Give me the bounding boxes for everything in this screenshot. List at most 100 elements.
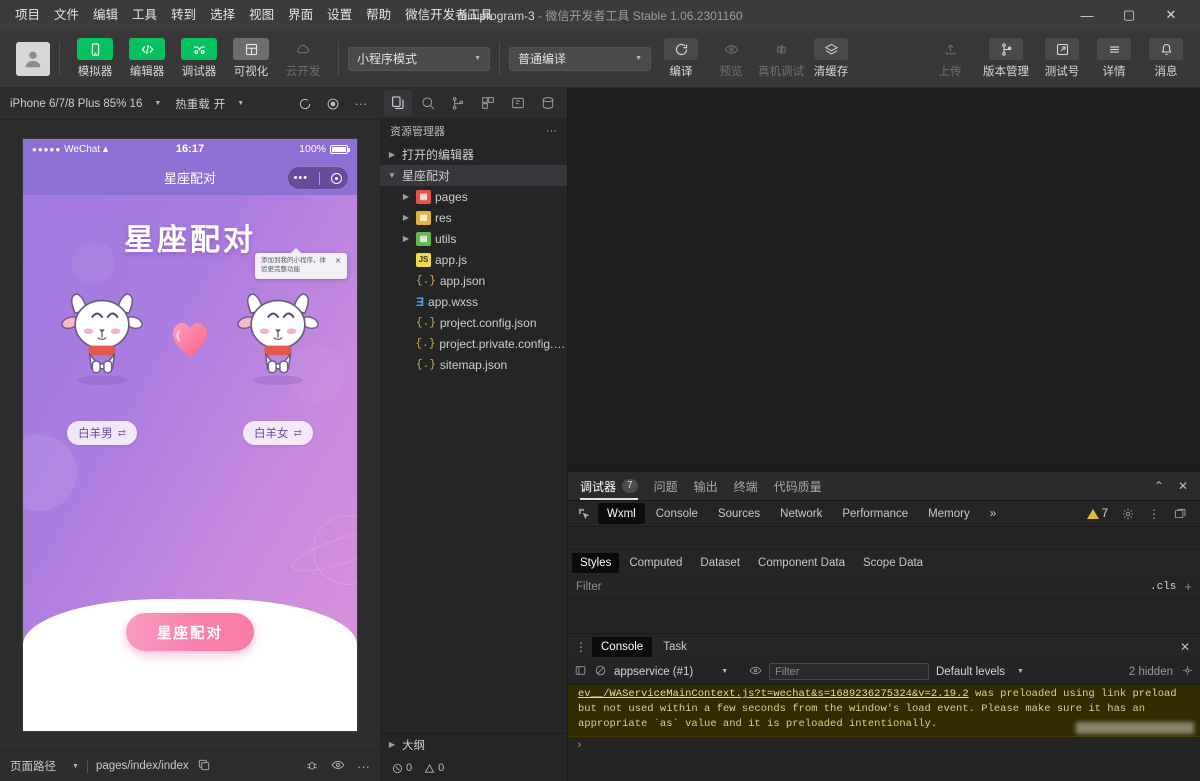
tree-item-app-json[interactable]: ▶ {.} app.json	[380, 270, 567, 291]
hot-reload-selector[interactable]: 热重载 开 ▼	[175, 96, 244, 112]
styles-filter-input[interactable]: Filter	[576, 581, 602, 593]
toolbar-visual-button[interactable]: 可视化	[225, 38, 277, 79]
console-levels-select[interactable]: Default levels ▼	[936, 666, 1024, 678]
devtools-tab-performance[interactable]: Performance	[833, 503, 917, 524]
match-button[interactable]: 星座配对	[126, 613, 254, 651]
inspect-element-icon[interactable]	[572, 503, 596, 524]
toolbar-debugger-button[interactable]: 调试器	[173, 38, 225, 79]
close-button[interactable]: ✕	[1150, 0, 1192, 30]
console-context-select[interactable]: appservice (#1) ▼	[614, 666, 742, 678]
styles-tab-scope-data[interactable]: Scope Data	[855, 553, 931, 573]
add-style-rule-button[interactable]: +	[1184, 579, 1192, 594]
rotate-icon[interactable]	[296, 95, 314, 113]
devtools-warning-badge[interactable]: 7	[1081, 508, 1114, 520]
copy-icon[interactable]	[197, 758, 211, 775]
tree-item-utils[interactable]: ▶ ▤ utils	[380, 228, 567, 249]
console-prompt[interactable]: ›	[568, 737, 1200, 755]
tree-item-project-config[interactable]: ▶ {.} project.config.json	[380, 312, 567, 333]
debug-panel-icon[interactable]	[504, 90, 532, 116]
tree-item-app-wxss[interactable]: ▶ Ǝ app.wxss	[380, 291, 567, 312]
menu-item-select[interactable]: 选择	[203, 0, 242, 30]
settings-gear-icon[interactable]	[1116, 503, 1140, 524]
console-message-link[interactable]: ev__/WAServiceMainContext.js?t=wechat&s=…	[578, 688, 969, 700]
bug-icon[interactable]	[305, 758, 319, 775]
clear-console-icon[interactable]	[594, 664, 607, 680]
menu-item-file[interactable]: 文件	[47, 0, 86, 30]
tree-open-editors[interactable]: ▶ 打开的编辑器	[380, 144, 567, 165]
collapse-panel-icon[interactable]: ⌃	[1154, 479, 1164, 493]
preview-button[interactable]: 预览	[707, 38, 755, 79]
menu-item-interface[interactable]: 界面	[281, 0, 320, 30]
tab-problems[interactable]: 问题	[654, 472, 678, 500]
warning-count-item[interactable]: 0	[424, 762, 444, 774]
cls-toggle-button[interactable]: .cls	[1150, 581, 1176, 593]
drawer-close-icon[interactable]: ✕	[1180, 640, 1196, 654]
tree-item-res[interactable]: ▶ ▤ res	[380, 207, 567, 228]
test-account-button[interactable]: 测试号	[1038, 38, 1086, 79]
tab-debugger[interactable]: 调试器 7	[580, 472, 638, 500]
devtools-tab-network[interactable]: Network	[771, 503, 831, 524]
maximize-button[interactable]: ▢	[1108, 0, 1150, 30]
device-selector[interactable]: iPhone 6/7/8 Plus 85% 16 ▼	[10, 98, 161, 110]
close-icon[interactable]: ✕	[335, 257, 341, 265]
page-path-label[interactable]: 页面路径	[10, 758, 56, 774]
console-sidebar-toggle-icon[interactable]	[574, 664, 587, 680]
avatar[interactable]	[16, 41, 50, 76]
cloud-db-icon[interactable]	[534, 90, 562, 116]
tree-item-sitemap[interactable]: ▶ {.} sitemap.json	[380, 354, 567, 375]
menu-item-project[interactable]: 项目	[8, 0, 47, 30]
devtools-tab-sources[interactable]: Sources	[709, 503, 769, 524]
source-control-icon[interactable]	[444, 90, 472, 116]
mode-select[interactable]: 小程序模式 ▼	[348, 46, 490, 71]
menu-item-tools[interactable]: 工具	[125, 0, 164, 30]
sign-selector-male[interactable]: 白羊男 ⇄	[67, 421, 137, 445]
console-eye-icon[interactable]	[749, 664, 762, 680]
upload-button[interactable]: 上传	[926, 38, 974, 79]
capsule-button[interactable]: •••	[287, 166, 349, 190]
styles-tab-dataset[interactable]: Dataset	[692, 553, 748, 573]
error-count-item[interactable]: 0	[392, 762, 412, 774]
toolbar-editor-button[interactable]: 编辑器	[121, 38, 173, 79]
menu-item-goto[interactable]: 转到	[164, 0, 203, 30]
extensions-icon[interactable]	[474, 90, 502, 116]
styles-tab-computed[interactable]: Computed	[621, 553, 690, 573]
editor-area[interactable]	[568, 88, 1200, 471]
devtools-kebab-icon[interactable]: ⋮	[1142, 503, 1166, 524]
close-panel-icon[interactable]: ✕	[1178, 479, 1188, 493]
explorer-more-icon[interactable]: ···	[546, 125, 557, 137]
zodiac-character-male[interactable]	[54, 283, 150, 393]
version-manage-button[interactable]: 版本管理	[978, 38, 1034, 79]
styles-tab-styles[interactable]: Styles	[572, 552, 620, 573]
toolbar-simulator-button[interactable]: 模拟器	[69, 38, 121, 79]
compile-button[interactable]: 编译	[657, 38, 705, 79]
drawer-tab-task[interactable]: Task	[654, 637, 696, 657]
devtools-tab-memory[interactable]: Memory	[919, 503, 979, 524]
simulator-more-icon[interactable]: ···	[352, 95, 370, 113]
menu-item-settings[interactable]: 设置	[320, 0, 359, 30]
menu-item-help[interactable]: 帮助	[359, 0, 398, 30]
minimize-button[interactable]: —	[1066, 0, 1108, 30]
zodiac-character-female[interactable]	[230, 283, 326, 393]
files-icon[interactable]	[384, 90, 412, 116]
search-icon[interactable]	[414, 90, 442, 116]
styles-tab-component-data[interactable]: Component Data	[750, 553, 853, 573]
wxml-tree-pane[interactable]	[568, 527, 1200, 549]
tree-item-project-private-config[interactable]: ▶ {.} project.private.config.js...	[380, 333, 567, 354]
tree-project-root[interactable]: ▼ 星座配对	[380, 165, 567, 186]
sign-selector-female[interactable]: 白羊女 ⇄	[243, 421, 313, 445]
preview-eye-icon[interactable]	[331, 758, 345, 775]
real-device-debug-button[interactable]: 真机调试	[757, 38, 805, 79]
devtools-more-tabs[interactable]: »	[981, 503, 1005, 524]
tab-output[interactable]: 输出	[694, 472, 718, 500]
status-more-icon[interactable]: ···	[357, 759, 370, 774]
messages-button[interactable]: 消息	[1142, 38, 1190, 79]
compile-select[interactable]: 普通编译 ▼	[509, 46, 651, 71]
tree-item-app-js[interactable]: ▶ JS app.js	[380, 249, 567, 270]
tree-item-pages[interactable]: ▶ ▤ pages	[380, 186, 567, 207]
console-output[interactable]: ev__/WAServiceMainContext.js?t=wechat&s=…	[568, 685, 1200, 781]
clear-cache-button[interactable]: 清缓存	[807, 38, 855, 79]
devtools-tab-console[interactable]: Console	[647, 503, 707, 524]
menu-item-view[interactable]: 视图	[242, 0, 281, 30]
dock-position-icon[interactable]	[1168, 503, 1192, 524]
outline-header[interactable]: ▶ 大纲	[380, 734, 567, 755]
